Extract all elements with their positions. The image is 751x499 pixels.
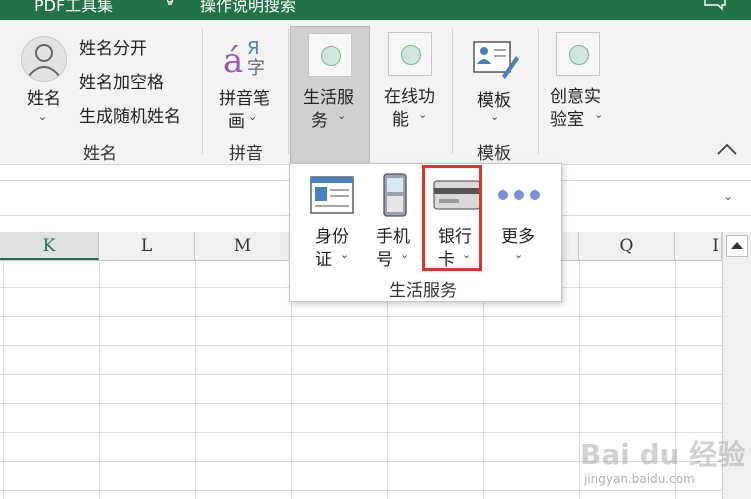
- split-name-button[interactable]: 姓名分开: [79, 34, 147, 59]
- pinyin-pen-button[interactable]: 拼音笔: [219, 84, 270, 109]
- placeholder-icon: [556, 32, 600, 76]
- column-header-q[interactable]: Q: [579, 232, 675, 260]
- divider: [538, 28, 539, 154]
- divider: [202, 28, 203, 154]
- divider: [452, 28, 453, 154]
- chevron-down-icon[interactable]: ⌄: [594, 108, 603, 121]
- chevron-down-icon[interactable]: ⌄: [400, 248, 409, 261]
- name-button[interactable]: 姓名: [27, 84, 61, 109]
- name-add-space-button[interactable]: 姓名加空格: [79, 68, 164, 93]
- creative-lab-button[interactable]: 创意实: [550, 82, 601, 107]
- online-functions-button-line2[interactable]: 能: [392, 105, 409, 130]
- life-service-label: 生活服: [303, 88, 354, 108]
- pinyin-group-label: 拼音: [229, 144, 263, 164]
- title-bar: PDF工具集 操作说明搜索: [0, 0, 751, 20]
- column-header-l[interactable]: L: [99, 232, 195, 260]
- life-service-button[interactable]: 生活服 务 ⌄: [290, 26, 370, 164]
- column-header-k[interactable]: K: [0, 232, 99, 260]
- online-functions-button[interactable]: 在线功: [384, 82, 435, 107]
- column-header-m[interactable]: M: [195, 232, 291, 260]
- person-icon: [21, 36, 67, 82]
- chevron-down-icon[interactable]: ⌄: [490, 110, 499, 123]
- placeholder-icon: [308, 33, 352, 77]
- life-service-group-label: 生活服务: [389, 281, 457, 301]
- life-service-label-line2: 务: [311, 111, 328, 131]
- baidu-watermark: Bai du 经验: [580, 438, 746, 471]
- creative-lab-button-line2[interactable]: 验室: [550, 105, 584, 130]
- chevron-down-icon[interactable]: ⌄: [514, 248, 523, 261]
- chevron-down-icon[interactable]: ⌄: [340, 248, 349, 261]
- random-name-button[interactable]: 生成随机姓名: [79, 102, 181, 127]
- name-group-label: 姓名: [83, 144, 117, 164]
- id-card-button[interactable]: 身份: [315, 222, 349, 247]
- pdf-tools-tab[interactable]: PDF工具集: [34, 0, 113, 16]
- mobile-number-button[interactable]: 手机: [376, 222, 410, 247]
- comment-icon[interactable]: [704, 0, 726, 12]
- more-dots-icon: [498, 190, 540, 200]
- template-button[interactable]: 模板: [477, 86, 511, 111]
- id-card-icon: [310, 176, 354, 214]
- placeholder-icon: [388, 32, 432, 76]
- ribbon: 姓名 ⌄ 姓名分开 姓名加空格 生成随机姓名 姓名 á Я 字 拼音笔 画 ⌄ …: [0, 20, 751, 165]
- highlight-box: [422, 165, 482, 271]
- template-group-label: 模板: [477, 144, 511, 164]
- lightbulb-icon: [166, 0, 174, 5]
- id-card-button-line2[interactable]: 证: [315, 245, 332, 270]
- chevron-down-icon[interactable]: ⌄: [38, 110, 47, 123]
- pinyin-pen-button-line2[interactable]: 画: [228, 107, 245, 132]
- chevron-up-icon[interactable]: [716, 142, 738, 156]
- chevron-down-icon[interactable]: ⌄: [418, 108, 427, 121]
- watermark-url: jingyan.baidu.com: [584, 472, 695, 486]
- chevron-down-icon: ⌄: [337, 109, 347, 122]
- svg-text:á: á: [223, 41, 243, 78]
- chevron-down-icon[interactable]: ⌄: [248, 110, 257, 123]
- divider: [288, 28, 289, 154]
- chevron-down-icon[interactable]: ⌄: [723, 189, 733, 203]
- mobile-number-button-line2[interactable]: 号: [376, 245, 393, 270]
- svg-text:字: 字: [247, 58, 265, 78]
- pinyin-icon: á Я 字: [223, 38, 265, 78]
- mobile-phone-icon: [383, 173, 407, 217]
- scroll-up-button[interactable]: [726, 235, 748, 257]
- svg-text:Я: Я: [247, 38, 260, 59]
- help-search[interactable]: 操作说明搜索: [200, 0, 296, 16]
- more-button[interactable]: 更多: [501, 222, 535, 247]
- template-icon: [473, 41, 519, 79]
- column-header-partial[interactable]: I: [675, 232, 722, 260]
